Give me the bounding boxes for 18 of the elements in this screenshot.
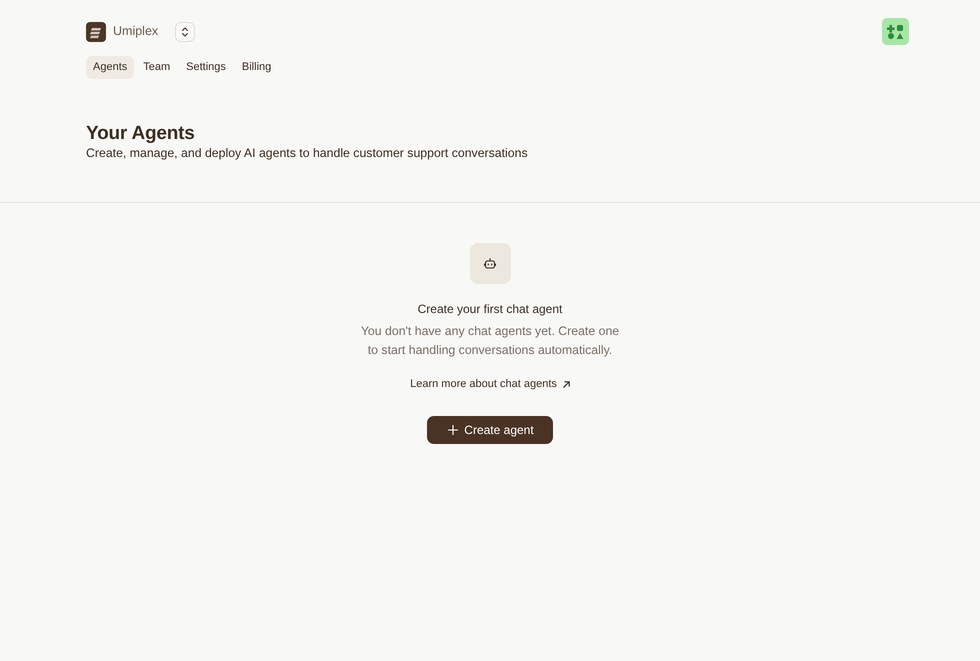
- nav-tab[interactable]: Team: [136, 56, 178, 79]
- arrow-up-right-icon: [562, 380, 570, 388]
- empty-state-description: You don't have any chat agents yet. Create one to start handling conversations automatically.: [360, 323, 620, 359]
- logo-icon[interactable]: [86, 22, 106, 42]
- workspace-name: Umiplex: [113, 23, 158, 40]
- learn-more-link[interactable]: Learn more about chat agents: [410, 376, 570, 392]
- create-agent-button[interactable]: Create agent: [427, 416, 553, 444]
- empty-state-title: Create your first chat agent: [418, 301, 562, 317]
- nav-tab[interactable]: Settings: [179, 56, 233, 79]
- page-title: Your Agents: [86, 123, 196, 145]
- avatar-icon[interactable]: [882, 18, 909, 45]
- chevrons-up-down-icon: [181, 26, 190, 36]
- page-subtitle: Create, manage, and deploy AI agents to handle customer support conversations: [86, 145, 529, 161]
- workspace-switcher-button[interactable]: [175, 22, 196, 42]
- plus-icon: [448, 424, 458, 434]
- nav-tab[interactable]: Agents: [86, 56, 134, 79]
- robot-icon: [470, 243, 510, 284]
- nav-tab[interactable]: Billing: [234, 56, 278, 79]
